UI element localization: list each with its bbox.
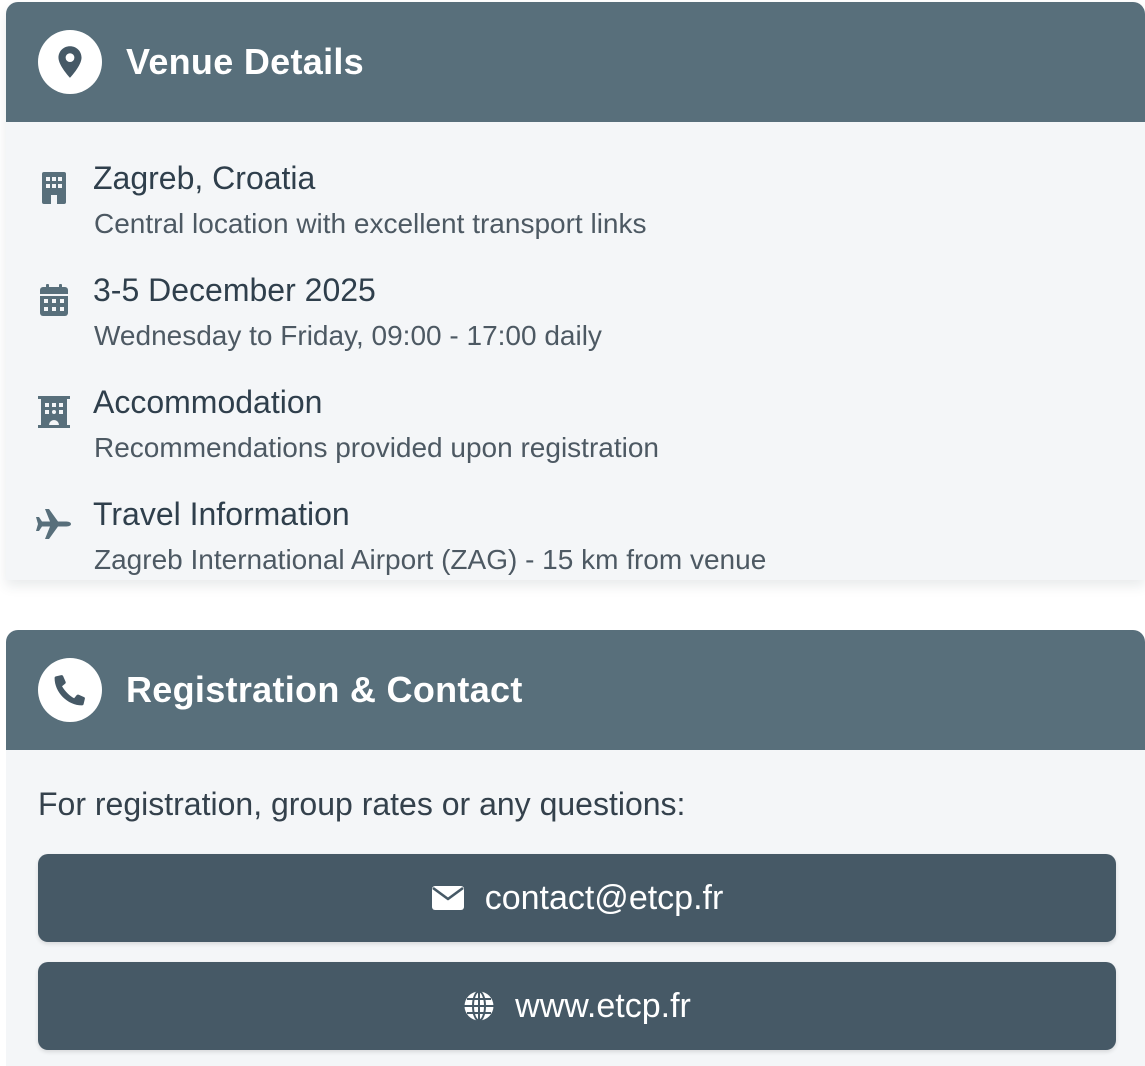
website-button-label: www.etcp.fr [515, 986, 691, 1025]
page: Venue Details Zagreb, Croatia Central lo… [0, 0, 1145, 1066]
venue-item-dates: 3-5 December 2025 Wednesday to Friday, 0… [6, 270, 1145, 382]
venue-item-subtitle: Wednesday to Friday, 09:00 - 17:00 daily [94, 320, 602, 351]
contact-intro-text: For registration, group rates or any que… [38, 786, 686, 822]
venue-item-subtitle: Zagreb International Airport (ZAG) - 15 … [94, 544, 767, 575]
hotel-icon [34, 392, 74, 432]
phone-icon [38, 658, 102, 722]
venue-item-travel: Travel Information Zagreb International … [6, 494, 1145, 580]
email-button[interactable]: contact@etcp.fr [38, 854, 1116, 942]
building-icon [34, 168, 74, 208]
venue-details-list: Zagreb, Croatia Central location with ex… [6, 122, 1145, 580]
venue-item-title: Zagreb, Croatia [93, 160, 316, 196]
venue-item-subtitle: Central location with excellent transpor… [94, 208, 647, 239]
website-button[interactable]: www.etcp.fr [38, 962, 1116, 1050]
venue-details-card: Venue Details Zagreb, Croatia Central lo… [6, 2, 1145, 580]
registration-contact-header: Registration & Contact [6, 630, 1145, 750]
venue-item-subtitle: Recommendations provided upon registrati… [94, 432, 659, 463]
registration-contact-card: Registration & Contact For registration,… [6, 630, 1145, 1066]
venue-item-title: 3-5 December 2025 [93, 272, 376, 308]
venue-item-accommodation: Accommodation Recommendations provided u… [6, 382, 1145, 494]
venue-details-header: Venue Details [6, 2, 1145, 122]
envelope-icon [431, 885, 465, 911]
venue-details-title: Venue Details [126, 41, 365, 82]
venue-item-location: Zagreb, Croatia Central location with ex… [6, 158, 1145, 270]
map-pin-icon [38, 30, 102, 94]
registration-contact-title: Registration & Contact [126, 669, 523, 710]
plane-icon [34, 504, 74, 544]
calendar-icon [34, 280, 74, 320]
venue-item-title: Travel Information [93, 496, 350, 532]
globe-icon [463, 990, 495, 1022]
email-button-label: contact@etcp.fr [484, 878, 724, 917]
venue-item-title: Accommodation [93, 384, 323, 420]
